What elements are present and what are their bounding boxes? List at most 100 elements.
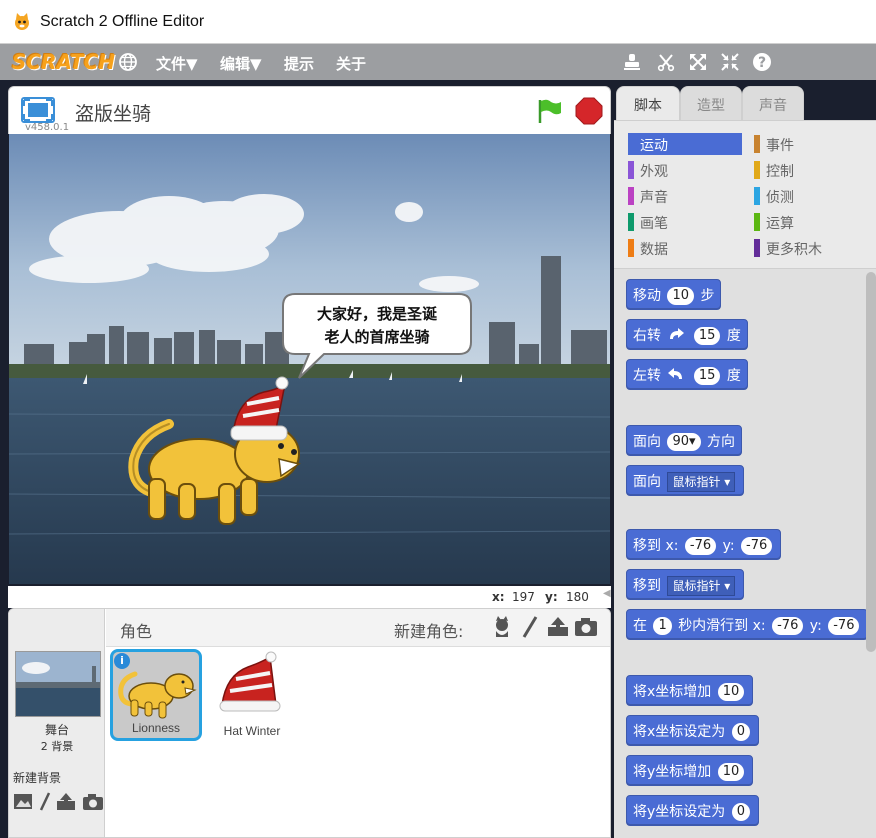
duplicate-stamp-icon[interactable] <box>622 52 642 72</box>
set-x-input[interactable]: 0 <box>731 723 751 741</box>
camera-backdrop-icon[interactable] <box>83 794 103 810</box>
block-change-y[interactable]: 将y坐标增加 10 <box>626 755 754 785</box>
x-input[interactable]: -76 <box>772 617 804 635</box>
y-value: 180 <box>566 590 589 604</box>
category-data[interactable]: 数据 <box>628 237 742 259</box>
block-turn-right[interactable]: 右转 15 度 <box>626 319 748 349</box>
new-sprite-label: 新建角色: <box>394 622 464 641</box>
green-flag-icon[interactable] <box>535 97 563 125</box>
x-value: 197 <box>512 590 535 604</box>
upload-sprite-icon[interactable] <box>546 615 570 639</box>
palette-scrollbar[interactable] <box>866 272 876 652</box>
menu-file[interactable]: 文件▼ <box>156 53 198 74</box>
upload-backdrop-icon[interactable] <box>57 793 75 810</box>
speech-line-1: 大家好，我是圣诞 <box>317 305 438 323</box>
scratch-cat-icon <box>15 13 29 30</box>
backdrop-library-icon[interactable] <box>14 794 32 809</box>
category-sound[interactable]: 声音 <box>628 185 742 207</box>
block-text: 度 <box>726 328 741 344</box>
mouse-coordinates: x: 197 y: 180 <box>8 586 611 608</box>
project-title[interactable]: 盗版坐骑 <box>75 99 151 126</box>
x-input[interactable]: -76 <box>684 537 717 555</box>
block-set-x[interactable]: 将x坐标设定为 0 <box>626 715 760 745</box>
block-categories: 运动 外观 声音 画笔 数据 事件 控制 侦测 运算 更多积木 <box>614 120 876 270</box>
fullscreen-icon[interactable] <box>21 97 55 123</box>
stage-label: 舞台 <box>44 723 69 737</box>
scratch-logo[interactable]: SCRATCH <box>12 50 115 74</box>
stage-canvas[interactable]: 大家好，我是圣诞 老人的首席坐骑 <box>9 134 610 584</box>
set-y-input[interactable]: 0 <box>731 803 751 821</box>
scratch-editor-window: Scratch 2 Offline Editor SCRATCH 文件▼ 编辑▼… <box>0 0 876 838</box>
stage-header: 盗版坐骑 v458.0.1 <box>8 86 611 134</box>
degrees-input[interactable]: 15 <box>693 327 721 345</box>
steps-input[interactable]: 10 <box>667 287 694 305</box>
language-globe-icon[interactable] <box>118 52 138 72</box>
delete-scissors-icon[interactable] <box>656 52 676 72</box>
block-text: 左转 <box>633 368 661 384</box>
block-text: y: <box>809 618 822 634</box>
paint-backdrop-icon[interactable] <box>39 792 51 811</box>
menu-edit[interactable]: 编辑▼ <box>220 53 262 74</box>
y-input[interactable]: -76 <box>828 617 860 635</box>
block-point-in-direction[interactable]: 面向 90▾ 方向 <box>626 425 742 455</box>
category-control[interactable]: 控制 <box>754 159 868 181</box>
sprite-list-header: 角色 新建角色: <box>106 609 610 647</box>
category-color-bar <box>754 187 760 205</box>
dropdown-value: 鼠标指针 <box>672 579 721 593</box>
category-label: 更多积木 <box>766 242 822 258</box>
menu-tips[interactable]: 提示 <box>284 53 314 74</box>
category-sensing[interactable]: 侦测 <box>754 185 868 207</box>
category-color-bar <box>754 161 760 179</box>
block-point-towards[interactable]: 面向 鼠标指针 ▾ <box>626 465 745 495</box>
stage-thumbnail[interactable] <box>15 651 101 717</box>
new-backdrop-tools <box>14 792 103 811</box>
category-label: 运动 <box>640 138 668 154</box>
category-more-blocks[interactable]: 更多积木 <box>754 237 868 259</box>
y-input[interactable]: -76 <box>741 537 773 555</box>
grow-icon[interactable] <box>688 52 708 72</box>
collapse-stage-icon[interactable]: ◀ <box>603 588 613 604</box>
block-change-x[interactable]: 将x坐标增加 10 <box>626 675 754 705</box>
editor-tabs: 脚本 造型 声音 <box>614 84 876 122</box>
tab-scripts[interactable]: 脚本 <box>616 86 680 122</box>
category-color-bar <box>628 187 634 205</box>
seconds-input[interactable]: 1 <box>653 617 672 635</box>
category-pen[interactable]: 画笔 <box>628 211 742 233</box>
camera-sprite-icon[interactable] <box>574 615 598 639</box>
stop-sign-icon[interactable] <box>575 97 603 125</box>
category-operators[interactable]: 运算 <box>754 211 868 233</box>
sprite-library-icon[interactable] <box>490 615 514 639</box>
category-label: 控制 <box>766 164 794 180</box>
menu-about[interactable]: 关于 <box>336 53 366 74</box>
tab-sounds[interactable]: 声音 <box>742 86 804 122</box>
sprite-card-lionness[interactable]: i Lionness <box>110 649 202 741</box>
rotate-clockwise-icon <box>670 328 685 339</box>
category-label: 运算 <box>766 216 794 232</box>
block-text: 将x坐标设定为 <box>633 724 726 740</box>
block-set-y[interactable]: 将y坐标设定为 0 <box>626 795 760 825</box>
block-text: 移到 <box>633 578 661 594</box>
x-label: x: <box>492 590 505 604</box>
block-text: 移到 <box>633 538 661 554</box>
help-icon[interactable]: ? <box>752 52 772 72</box>
category-motion[interactable]: 运动 <box>628 133 742 155</box>
degrees-input[interactable]: 15 <box>693 367 721 385</box>
block-turn-left[interactable]: 左转 15 度 <box>626 359 748 389</box>
block-glide[interactable]: 在 1 秒内滑行到 x: -76 y: -76 <box>626 609 869 639</box>
backdrop-count: 2 背景 <box>40 740 74 753</box>
sprite-card-hat-winter[interactable]: Hat Winter <box>206 649 298 741</box>
change-y-input[interactable]: 10 <box>717 763 745 781</box>
shrink-icon[interactable] <box>720 52 740 72</box>
change-x-input[interactable]: 10 <box>717 683 745 701</box>
category-looks[interactable]: 外观 <box>628 159 742 181</box>
stage-backdrop-image: 大家好，我是圣诞 老人的首席坐骑 <box>9 134 610 584</box>
block-goto-xy[interactable]: 移到 x: -76 y: -76 <box>626 529 782 559</box>
tab-costumes[interactable]: 造型 <box>680 86 742 122</box>
category-events[interactable]: 事件 <box>754 133 868 155</box>
paint-sprite-icon[interactable] <box>518 615 542 639</box>
towards-dropdown[interactable]: 鼠标指针 ▾ <box>667 472 736 492</box>
direction-input[interactable]: 90▾ <box>667 433 701 451</box>
block-goto[interactable]: 移到 鼠标指针 ▾ <box>626 569 745 599</box>
block-move-steps[interactable]: 移动 10 步 <box>626 279 722 309</box>
goto-dropdown[interactable]: 鼠标指针 ▾ <box>667 576 736 596</box>
